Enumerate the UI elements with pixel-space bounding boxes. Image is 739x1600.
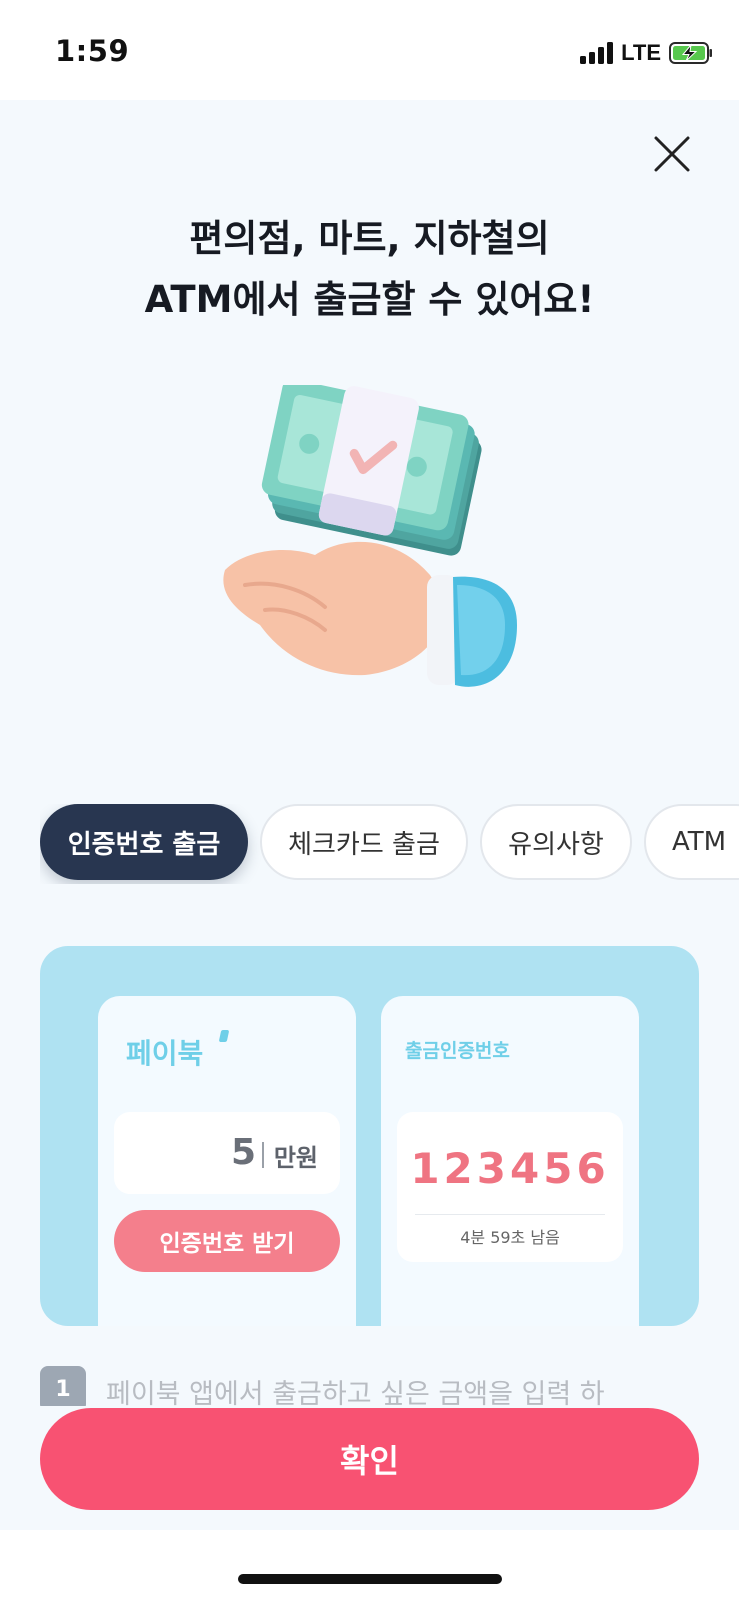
brand-mark-icon bbox=[218, 1030, 230, 1042]
bottom-area bbox=[0, 1530, 739, 1600]
status-time: 1:59 bbox=[55, 34, 130, 68]
guide-panel: 페이북 5 만원 인증번호 받기 출금인증번호 123456 4분 59초 남음 bbox=[40, 946, 699, 1326]
get-code-button: 인증번호 받기 bbox=[114, 1210, 340, 1272]
page-title-line2: ATM에서 출금할 수 있어요! bbox=[144, 278, 595, 321]
hand-with-cash-illustration bbox=[223, 385, 517, 687]
amount-unit: 만원 bbox=[273, 1144, 318, 1172]
tab-notes[interactable]: 유의사항 bbox=[480, 804, 632, 880]
amount-value: 5 bbox=[230, 1132, 256, 1173]
status-bar: 1:59 LTE bbox=[0, 0, 739, 100]
withdrawal-code-card: 출금인증번호 123456 4분 59초 남음 bbox=[381, 996, 639, 1326]
home-indicator bbox=[238, 1574, 502, 1584]
app-amount-card: 페이북 5 만원 인증번호 받기 bbox=[98, 996, 356, 1326]
status-indicators: LTE bbox=[580, 40, 713, 66]
code-box: 123456 4분 59초 남음 bbox=[397, 1112, 623, 1262]
step-item: 1 페이북 앱에서 출금하고 싶은 금액을 입력 하 bbox=[40, 1366, 720, 1406]
confirm-button[interactable]: 확인 bbox=[40, 1408, 699, 1510]
text-cursor bbox=[262, 1142, 264, 1168]
divider bbox=[415, 1214, 605, 1215]
network-label: LTE bbox=[621, 40, 661, 65]
tab-check-card-withdrawal[interactable]: 체크카드 출금 bbox=[260, 804, 468, 880]
battery-charging-icon bbox=[669, 42, 712, 64]
app-brand-logo: 페이북 bbox=[126, 1037, 204, 1070]
signal-icon bbox=[580, 42, 614, 64]
page-title-line1: 편의점, 마트, 지하철의 bbox=[189, 217, 550, 260]
tab-bar: 인증번호 출금 체크카드 출금 유의사항 ATM bbox=[40, 804, 739, 884]
close-icon bbox=[654, 136, 690, 172]
tab-atm[interactable]: ATM bbox=[644, 804, 739, 880]
step-number-badge: 1 bbox=[40, 1366, 86, 1406]
code-timer: 4분 59초 남음 bbox=[460, 1228, 560, 1247]
code-number: 123456 bbox=[410, 1144, 610, 1193]
tab-code-withdrawal[interactable]: 인증번호 출금 bbox=[40, 804, 248, 880]
close-button[interactable] bbox=[650, 132, 694, 176]
code-title: 출금인증번호 bbox=[405, 1040, 510, 1062]
amount-field: 5 만원 bbox=[114, 1112, 340, 1194]
step-text: 페이북 앱에서 출금하고 싶은 금액을 입력 하 bbox=[106, 1379, 605, 1406]
